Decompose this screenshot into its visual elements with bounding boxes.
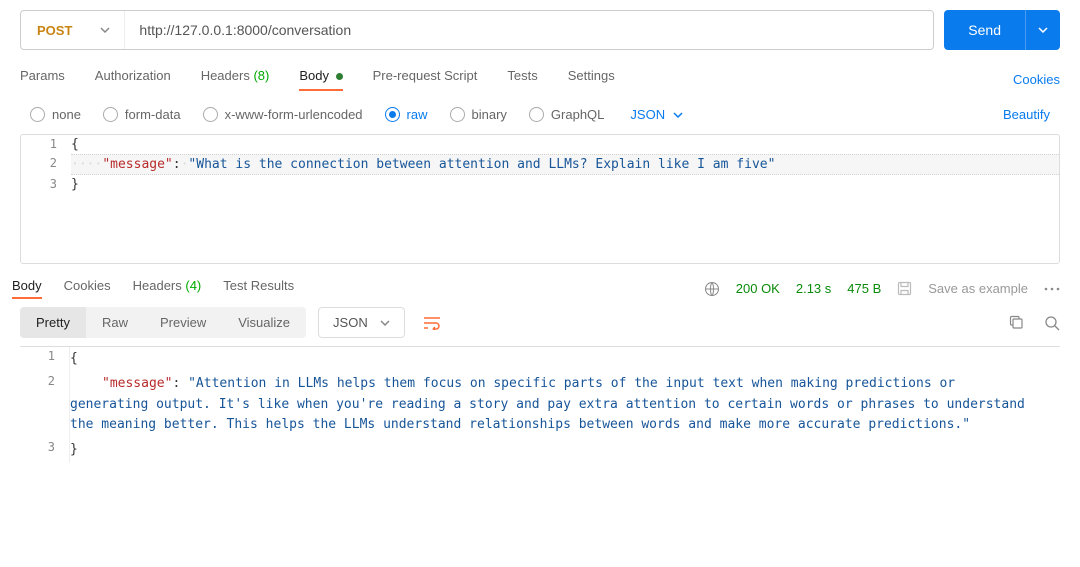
chevron-down-icon — [380, 320, 390, 326]
request-tabs: Params Authorization Headers (8) Body Pr… — [0, 50, 1080, 101]
search-icon[interactable] — [1044, 315, 1060, 331]
http-method-select[interactable]: POST — [21, 11, 125, 49]
status-time: 2.13 s — [796, 281, 831, 296]
copy-icon[interactable] — [1009, 315, 1024, 331]
view-mode-group: Pretty Raw Preview Visualize — [20, 307, 306, 338]
response-tab-headers[interactable]: Headers (4) — [133, 278, 202, 299]
chevron-down-icon — [100, 27, 110, 33]
send-options-button[interactable] — [1025, 10, 1060, 50]
save-icon[interactable] — [897, 281, 912, 296]
send-button[interactable]: Send — [944, 10, 1025, 50]
response-value: "Attention in LLMs helps them focus on s… — [70, 376, 1033, 433]
tab-tests[interactable]: Tests — [507, 68, 537, 91]
chevron-down-icon — [1038, 27, 1048, 33]
body-type-row: none form-data x-www-form-urlencoded raw… — [0, 101, 1080, 134]
wrap-lines-button[interactable] — [417, 310, 447, 336]
radio-form-data[interactable]: form-data — [103, 107, 181, 122]
url-input[interactable] — [125, 11, 933, 49]
globe-icon[interactable] — [704, 281, 720, 297]
body-language-select[interactable]: JSON — [630, 107, 683, 122]
response-tab-body[interactable]: Body — [12, 278, 42, 299]
save-as-example-button[interactable]: Save as example — [928, 281, 1028, 296]
response-status: 200 OK 2.13 s 475 B Save as example — [704, 281, 1060, 297]
view-visualize[interactable]: Visualize — [222, 307, 306, 338]
request-body-editor[interactable]: 1{ 2····"message":·"What is the connecti… — [20, 134, 1060, 264]
request-bar: POST Send — [0, 0, 1080, 50]
more-icon[interactable] — [1044, 287, 1060, 291]
view-preview[interactable]: Preview — [144, 307, 222, 338]
response-tabs: Body Cookies Headers (4) Test Results 20… — [0, 264, 1080, 307]
radio-urlencoded[interactable]: x-www-form-urlencoded — [203, 107, 363, 122]
tab-settings[interactable]: Settings — [568, 68, 615, 91]
response-tab-cookies[interactable]: Cookies — [64, 278, 111, 299]
radio-binary[interactable]: binary — [450, 107, 507, 122]
tab-params[interactable]: Params — [20, 68, 65, 91]
view-raw[interactable]: Raw — [86, 307, 144, 338]
method-url-group: POST — [20, 10, 934, 50]
status-size: 475 B — [847, 281, 881, 296]
response-format-select[interactable]: JSON — [318, 307, 405, 338]
response-key: "message" — [102, 376, 172, 391]
tab-body[interactable]: Body — [299, 68, 342, 91]
request-value: "What is the connection between attentio… — [188, 157, 775, 172]
cookies-link[interactable]: Cookies — [1013, 72, 1060, 87]
tab-authorization[interactable]: Authorization — [95, 68, 171, 91]
body-indicator-dot — [336, 73, 343, 80]
radio-raw[interactable]: raw — [385, 107, 428, 122]
tab-prerequest[interactable]: Pre-request Script — [373, 68, 478, 91]
response-body-editor[interactable]: 1{ 2"message": "Attention in LLMs helps … — [20, 346, 1060, 463]
tab-headers-label: Headers — [201, 68, 250, 83]
radio-graphql[interactable]: GraphQL — [529, 107, 604, 122]
chevron-down-icon — [673, 112, 683, 118]
send-button-group: Send — [944, 10, 1060, 50]
beautify-button[interactable]: Beautify — [1003, 107, 1050, 122]
status-code: 200 OK — [736, 281, 780, 296]
request-key: "message" — [102, 157, 172, 172]
response-view-row: Pretty Raw Preview Visualize JSON — [0, 307, 1080, 346]
tab-headers[interactable]: Headers (8) — [201, 68, 270, 91]
view-pretty[interactable]: Pretty — [20, 307, 86, 338]
tab-body-label: Body — [299, 68, 329, 83]
headers-count-badge: (8) — [253, 68, 269, 83]
radio-none[interactable]: none — [30, 107, 81, 122]
response-tab-test-results[interactable]: Test Results — [223, 278, 294, 299]
response-headers-count-badge: (4) — [185, 278, 201, 293]
http-method-label: POST — [37, 23, 72, 38]
